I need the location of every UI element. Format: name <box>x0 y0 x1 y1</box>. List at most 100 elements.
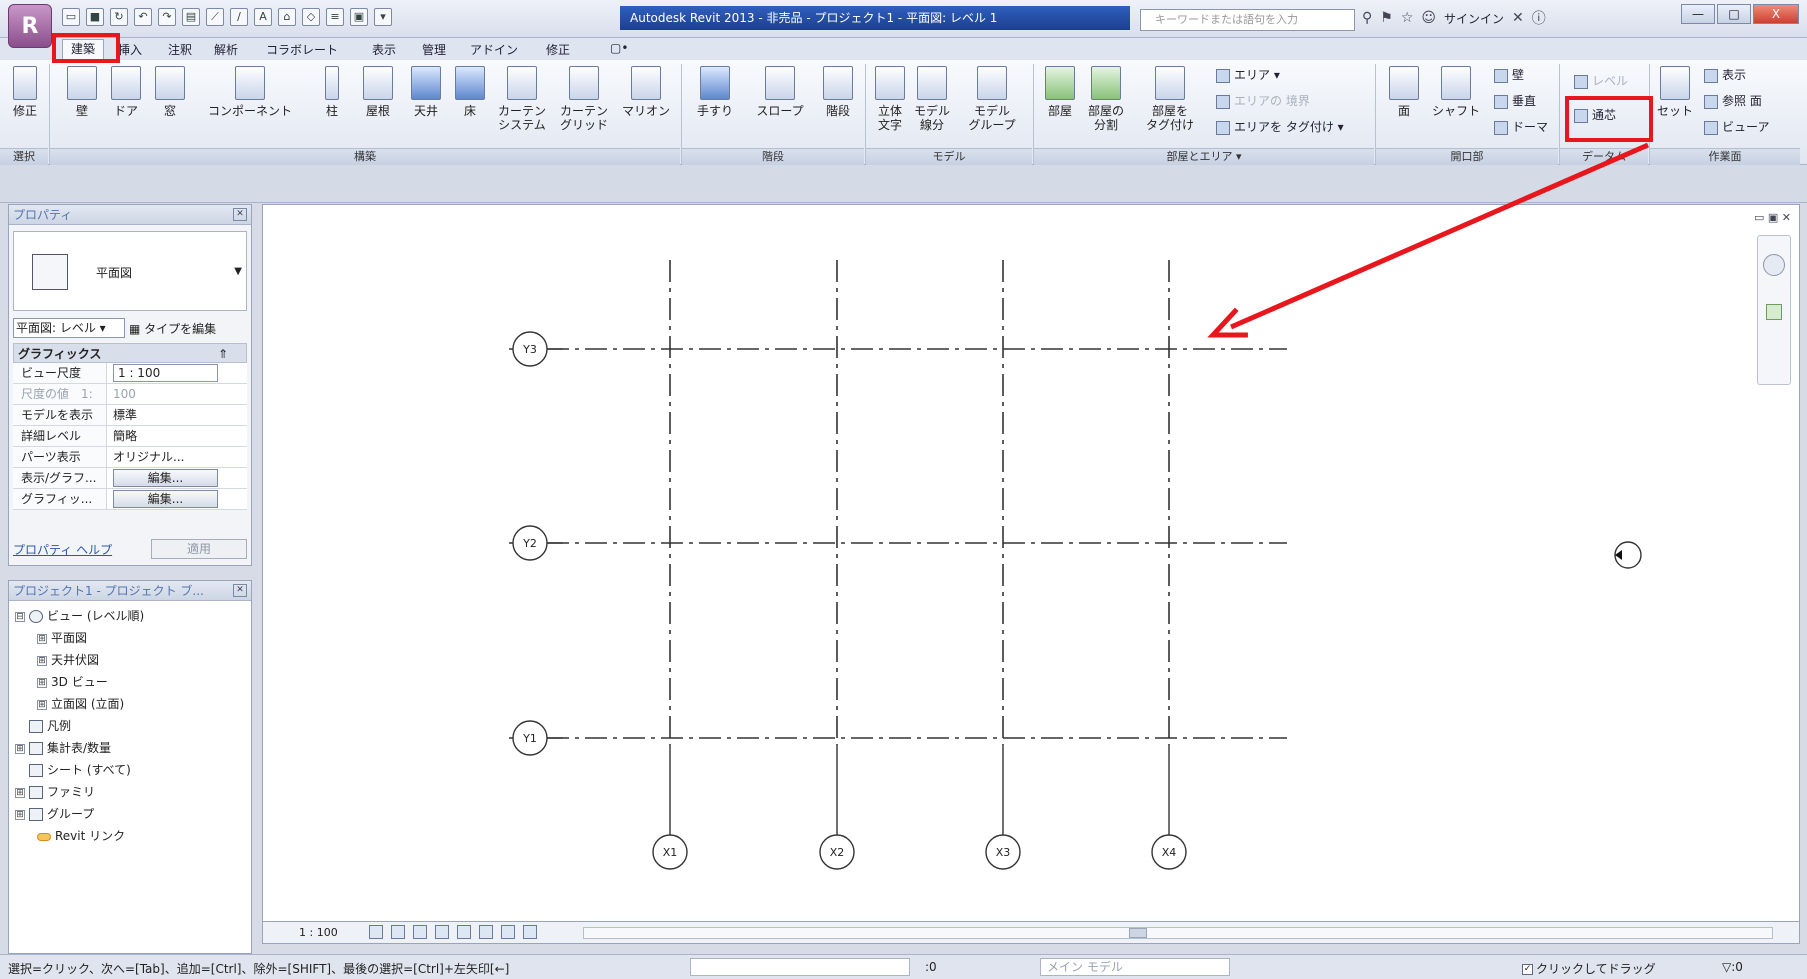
door-button[interactable]: ドア <box>108 66 144 118</box>
railing-button[interactable]: 手すり <box>690 66 740 118</box>
section-icon[interactable]: ◇ <box>302 8 320 26</box>
tree-node-revit-links[interactable]: Revit リンク <box>11 825 249 847</box>
model-group-button[interactable]: モデル グループ <box>964 66 1020 132</box>
properties-help-link[interactable]: プロパティ ヘルプ <box>13 541 112 558</box>
column-button[interactable]: 柱 <box>314 66 350 118</box>
tree-node-groups[interactable]: ⊞ グループ <box>11 803 249 825</box>
component-button[interactable]: コンポーネント <box>200 66 300 118</box>
wall-button[interactable]: 壁 <box>64 66 100 118</box>
temp-hide-icon[interactable] <box>501 925 515 939</box>
viewer-button[interactable]: ビューア <box>1704 118 1770 135</box>
maximize-button[interactable]: □ <box>1717 4 1751 24</box>
roof-button[interactable]: 屋根 <box>360 66 396 118</box>
tab-view[interactable]: 表示 <box>372 41 396 58</box>
tree-node-3d-views[interactable]: ⊞ 3D ビュー <box>11 671 249 693</box>
tree-node-sheets[interactable]: シート (すべて) <box>11 759 249 781</box>
expand-toggle-icon[interactable]: ⊞ <box>37 633 47 644</box>
shadows-icon[interactable] <box>435 925 449 939</box>
modify-button[interactable]: 修正 <box>10 66 40 118</box>
close-icon[interactable]: ✕ <box>233 208 247 221</box>
sun-path-icon[interactable] <box>413 925 427 939</box>
expand-toggle-icon[interactable]: ⊞ <box>15 787 25 798</box>
drag-elements-toggle[interactable]: ✓ クリックしてドラッグ <box>1522 960 1656 977</box>
tree-node-ceiling-plans[interactable]: ⊞ 天井伏図 <box>11 649 249 671</box>
text-icon[interactable]: A <box>254 8 272 26</box>
collapse-toggle-icon[interactable]: ⊟ <box>15 611 25 622</box>
prop-value[interactable]: 標準 <box>107 405 247 425</box>
wall-opening-button[interactable]: 壁 <box>1494 66 1524 83</box>
tab-insert[interactable]: 挿入 <box>118 41 142 58</box>
floor-button[interactable]: 床 <box>452 66 488 118</box>
dormer-button[interactable]: ドーマ <box>1494 118 1548 135</box>
checkbox-icon[interactable]: ✓ <box>1522 964 1533 975</box>
show-crop-icon[interactable] <box>479 925 493 939</box>
tree-node-elevations[interactable]: ⊞ 立面図 (立面) <box>11 693 249 715</box>
tag-room-button[interactable]: 部屋を タグ付け <box>1140 66 1200 132</box>
prop-value[interactable]: オリジナル... <box>107 447 247 467</box>
open-icon[interactable]: ▭ <box>62 8 80 26</box>
tab-modify[interactable]: 修正 <box>546 41 570 58</box>
edit-graphic-display-button[interactable]: 編集... <box>113 490 218 508</box>
model-line-button[interactable]: モデル 線分 <box>912 66 952 132</box>
expand-toggle-icon[interactable]: ⊞ <box>15 743 25 754</box>
print-icon[interactable]: ▤ <box>182 8 200 26</box>
apply-button[interactable]: 適用 <box>151 539 247 559</box>
graphics-group-header[interactable]: グラフィックス ⇑ <box>13 343 247 363</box>
measure-icon[interactable]: ⟋ <box>206 8 224 26</box>
detail-level-icon[interactable] <box>369 925 383 939</box>
minimize-button[interactable]: — <box>1681 4 1715 24</box>
tab-manage[interactable]: 管理 <box>422 41 446 58</box>
scrollbar-thumb[interactable] <box>1129 928 1147 938</box>
expand-toggle-icon[interactable]: ⊞ <box>37 655 47 666</box>
drawing-canvas[interactable]: X1 X2 X3 X4 Y3 Y2 Y1 ▭ ▣ ✕ <box>262 142 1800 922</box>
level-button[interactable]: レベル <box>1574 72 1628 89</box>
shaft-button[interactable]: シャフト <box>1428 66 1484 118</box>
help-icon[interactable]: ⓘ <box>1532 8 1546 28</box>
sync-icon[interactable]: ↻ <box>110 8 128 26</box>
tab-addins[interactable]: アドイン <box>470 41 518 58</box>
mullion-button[interactable]: マリオン <box>618 66 674 118</box>
close-button[interactable]: X <box>1753 4 1799 24</box>
close-icon[interactable]: ✕ <box>233 584 247 597</box>
ref-plane-button[interactable]: 参照 面 <box>1704 92 1762 109</box>
close-hidden-icon[interactable]: ▣ <box>350 8 368 26</box>
expand-toggle-icon[interactable]: ⊞ <box>37 699 47 710</box>
crop-view-icon[interactable] <box>457 925 471 939</box>
edit-vg-button[interactable]: 編集... <box>113 469 218 487</box>
horizontal-scrollbar[interactable] <box>583 927 1773 939</box>
model-text-button[interactable]: 立体 文字 <box>872 66 908 132</box>
dimension-icon[interactable]: ∕ <box>230 8 248 26</box>
search-input[interactable]: キーワードまたは語句を入力 <box>1140 9 1355 31</box>
filter-count[interactable]: ▽:0 <box>1722 960 1743 974</box>
user-icon[interactable]: ☺ <box>1421 10 1436 26</box>
steering-wheel-icon[interactable] <box>1763 254 1785 276</box>
tab-collaborate[interactable]: コラボレート <box>266 41 338 58</box>
zoom-icon[interactable] <box>1766 304 1782 320</box>
stair-button[interactable]: 階段 <box>818 66 858 118</box>
ceiling-button[interactable]: 天井 <box>408 66 444 118</box>
binoculars-icon[interactable]: ⚲ <box>1362 10 1372 26</box>
ramp-button[interactable]: スロープ <box>750 66 810 118</box>
area-button[interactable]: エリア ▾ <box>1216 66 1280 83</box>
view-scale-control[interactable]: 1 : 100 <box>299 926 338 939</box>
switch-windows-icon[interactable]: ▾ <box>374 8 392 26</box>
expand-toggle-icon[interactable]: ⊞ <box>15 809 25 820</box>
undo-icon[interactable]: ↶ <box>134 8 152 26</box>
view-scale-input[interactable]: 1 : 100 <box>113 364 218 382</box>
tree-node-floor-plans[interactable]: ⊞ 平面図 <box>11 627 249 649</box>
exchange-icon[interactable]: ✕ <box>1512 10 1524 26</box>
reveal-hidden-icon[interactable] <box>523 925 537 939</box>
curtain-system-button[interactable]: カーテン システム <box>494 66 550 132</box>
by-face-button[interactable]: 面 <box>1386 66 1422 118</box>
curtain-grid-button[interactable]: カーテン グリッド <box>556 66 612 132</box>
application-menu-button[interactable]: R <box>8 4 52 48</box>
redo-icon[interactable]: ↷ <box>158 8 176 26</box>
tab-annotate[interactable]: 注釈 <box>168 41 192 58</box>
workset-dropdown[interactable] <box>690 958 910 976</box>
tree-node-schedules[interactable]: ⊞ 集計表/数量 <box>11 737 249 759</box>
tree-node-views[interactable]: ⊟ ビュー (レベル順) <box>11 605 249 627</box>
show-workplane-button[interactable]: 表示 <box>1704 66 1746 83</box>
instance-filter-dropdown[interactable]: 平面図: レベル ▾ <box>13 318 125 338</box>
tag-area-button[interactable]: エリアを タグ付け ▾ <box>1216 118 1344 135</box>
view-window-controls[interactable]: ▭ ▣ ✕ <box>1754 211 1791 224</box>
